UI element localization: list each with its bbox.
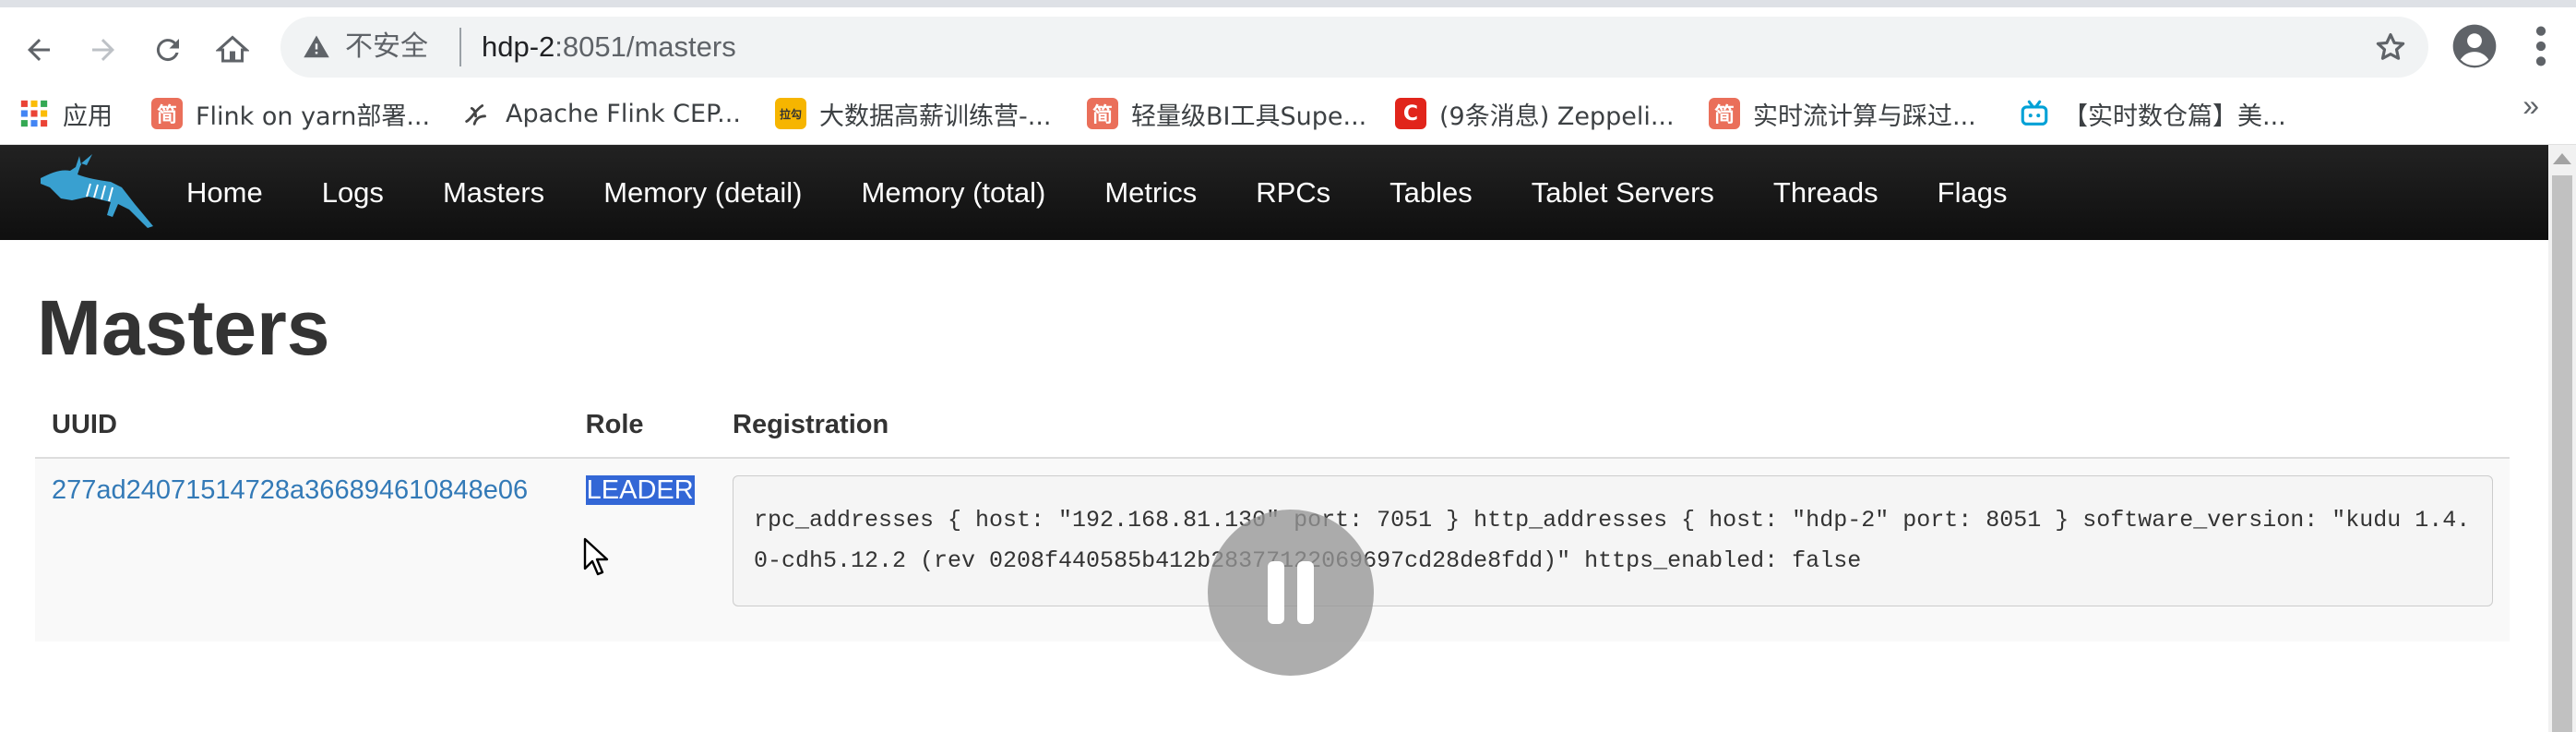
bookmark-flink-cep[interactable]: Apache Flink CEP... <box>461 92 741 135</box>
flink-icon <box>465 104 486 126</box>
bookmark-realtime-dw[interactable]: 【实时数仓篇】美... <box>2019 92 2286 135</box>
warning-icon[interactable] <box>303 33 330 61</box>
column-header-role: Role <box>568 388 716 459</box>
address-separator <box>459 28 461 66</box>
bookmarks-bar: 应用 简 Flink on yarn部署... Apache Flink CEP… <box>0 83 2576 145</box>
pause-icon <box>1297 561 1314 624</box>
browser-toolbar: 不安全 hdp-2:8051/masters <box>0 7 2576 83</box>
back-icon <box>28 39 50 61</box>
url-host: hdp-2 <box>482 30 555 63</box>
kudu-navbar: Home Logs Masters Memory (detail) Memory… <box>0 145 2548 240</box>
nav-threads[interactable]: Threads <box>1744 145 1908 240</box>
reload-icon <box>156 39 179 62</box>
bookmark-apps[interactable]: 应用 <box>18 92 113 135</box>
uuid-cell: 277ad24071514728a366894610848e06 <box>35 457 569 642</box>
bookmark-label: 大数据高薪训练营-... <box>819 102 1052 131</box>
bookmark-bi-tool[interactable]: 简 轻量级BI工具Supe... <box>1087 92 1366 135</box>
bookmark-label: 【实时数仓篇】美... <box>2063 102 2286 131</box>
url-path: :8051/masters <box>555 30 736 63</box>
back-button[interactable] <box>13 24 65 76</box>
menu-icon[interactable] <box>2522 20 2559 72</box>
not-secure-label[interactable]: 不安全 <box>345 30 428 64</box>
video-pause-button[interactable] <box>1208 510 1374 676</box>
nav-logs[interactable]: Logs <box>292 145 413 240</box>
jianshu-icon: 简 <box>1087 98 1118 129</box>
url-text[interactable]: hdp-2:8051/masters <box>482 30 736 65</box>
bookmark-label: 应用 <box>63 102 113 131</box>
bookmark-label: Flink on yarn部署... <box>196 102 431 131</box>
scrollbar-thumb[interactable] <box>2552 175 2572 732</box>
registration-cell: rpc_addresses { host: "192.168.81.130" p… <box>716 457 2510 642</box>
nav-rpcs[interactable]: RPCs <box>1226 145 1360 240</box>
column-header-registration: Registration <box>716 388 2510 459</box>
jianshu-icon: 简 <box>151 98 183 129</box>
forward-icon <box>92 39 114 61</box>
registration-info: rpc_addresses { host: "192.168.81.130" p… <box>733 475 2493 606</box>
reload-button[interactable] <box>142 24 194 76</box>
bilibili-icon <box>2021 100 2048 126</box>
master-uuid-link[interactable]: 277ad24071514728a366894610848e06 <box>52 475 528 505</box>
column-header-uuid: UUID <box>35 388 569 459</box>
address-bar[interactable]: 不安全 hdp-2:8051/masters <box>280 17 2428 78</box>
jianshu-icon: 简 <box>1709 98 1740 129</box>
bookmark-bigdata-camp[interactable]: 拉勾 大数据高薪训练营-... <box>775 92 1052 135</box>
nav-masters[interactable]: Masters <box>413 145 574 240</box>
star-icon[interactable] <box>2373 30 2408 65</box>
scroll-up-arrow-icon[interactable] <box>2553 153 2571 164</box>
nav-memory-detail[interactable]: Memory (detail) <box>574 145 831 240</box>
window-top-strip <box>0 0 2576 7</box>
bookmark-zeppelin[interactable]: C (9条消息) Zeppeli... <box>1395 92 1675 135</box>
nav-metrics[interactable]: Metrics <box>1075 145 1226 240</box>
forward-button[interactable] <box>78 24 129 76</box>
table-header-row: UUID Role Registration <box>35 388 2510 459</box>
nav-home[interactable]: Home <box>157 145 292 240</box>
mouse-cursor-icon <box>583 537 609 576</box>
pause-icon <box>1268 561 1284 624</box>
master-role: LEADER <box>585 475 695 505</box>
more-bookmarks-button[interactable]: » <box>2522 89 2539 123</box>
bookmark-label: Apache Flink CEP... <box>506 99 741 128</box>
profile-icon[interactable] <box>2449 20 2500 72</box>
csdn-icon: C <box>1395 98 1426 129</box>
bookmark-stream-computing[interactable]: 简 实时流计算与踩过... <box>1709 92 1976 135</box>
nav-memory-total[interactable]: Memory (total) <box>832 145 1076 240</box>
bookmark-label: 实时流计算与踩过... <box>1753 102 1976 131</box>
apps-grid-icon <box>20 100 48 127</box>
kudu-logo[interactable] <box>33 150 159 237</box>
nav-flags[interactable]: Flags <box>1908 145 2037 240</box>
page-title: Masters <box>37 284 330 371</box>
home-icon <box>216 35 249 63</box>
bookmark-label: 轻量级BI工具Supe... <box>1131 102 1367 131</box>
nav-links: Home Logs Masters Memory (detail) Memory… <box>157 145 2036 240</box>
bookmark-flink-yarn[interactable]: 简 Flink on yarn部署... <box>151 92 430 135</box>
home-button[interactable] <box>207 24 258 76</box>
nav-tables[interactable]: Tables <box>1360 145 1502 240</box>
lagou-icon: 拉勾 <box>775 98 806 129</box>
nav-tablet-servers[interactable]: Tablet Servers <box>1502 145 1744 240</box>
bookmark-label: (9条消息) Zeppeli... <box>1439 102 1675 131</box>
